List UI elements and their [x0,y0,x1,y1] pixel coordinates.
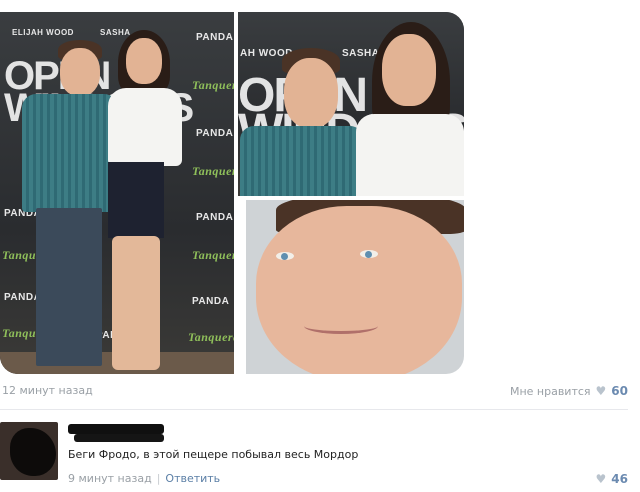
photo-top-right[interactable]: AH WOOD SASHA OPEN WINDOWS [238,12,464,196]
backdrop-logo-tanqueray: Tanqueray [192,248,234,262]
backdrop-logo-panda: PANDA [196,128,234,139]
backdrop-logo-panda: PANDA [196,212,234,223]
separator: | [156,472,161,485]
avatar[interactable] [0,422,58,480]
photo-closeup[interactable] [246,200,464,374]
backdrop-logo-panda: PANDA [192,296,230,307]
avatar-redaction [10,428,56,476]
backdrop-logo-tanqueray: Tanqueray [188,330,234,344]
photo-left[interactable]: ELIJAH WOOD SASHA PANDA OPEN WINDOWS Tan… [0,12,234,374]
post-time[interactable]: 12 минут назад [2,384,93,397]
author-name-redacted[interactable] [68,424,164,434]
like-count: 60 [611,384,628,398]
post-meta: 12 минут назад Мне нравится ♥ 60 [0,384,628,402]
post-like-button[interactable]: Мне нравится ♥ 60 [510,384,628,398]
reply-button[interactable]: Ответить [165,472,220,485]
photo-collage: ELIJAH WOOD SASHA PANDA OPEN WINDOWS Tan… [0,6,464,374]
comment-meta: 9 минут назад | Ответить [68,472,220,485]
like-label: Мне нравится [509,384,591,398]
backdrop-name-2: SASHA [342,48,380,59]
backdrop-name-2: SASHA [100,28,131,37]
backdrop-logo-panda: PANDA [196,32,234,43]
comment-time[interactable]: 9 минут назад [68,472,152,485]
heart-icon: ♥ [595,384,607,398]
heart-icon: ♥ [595,472,607,486]
backdrop-logo-tanqueray: Tanqueray [192,164,234,178]
comment-text: Беги Фродо, в этой пещере побывал весь М… [68,448,359,461]
backdrop-logo-tanqueray: Tanqueray [192,78,234,92]
backdrop-name-1: ELIJAH WOOD [12,28,74,37]
divider [0,409,628,410]
comment-like-count: 46 [611,472,628,486]
comment: Беги Фродо, в этой пещере побывал весь М… [0,418,628,488]
comment-like-button[interactable]: ♥ 46 [596,472,628,486]
author-name-redacted [74,434,164,442]
